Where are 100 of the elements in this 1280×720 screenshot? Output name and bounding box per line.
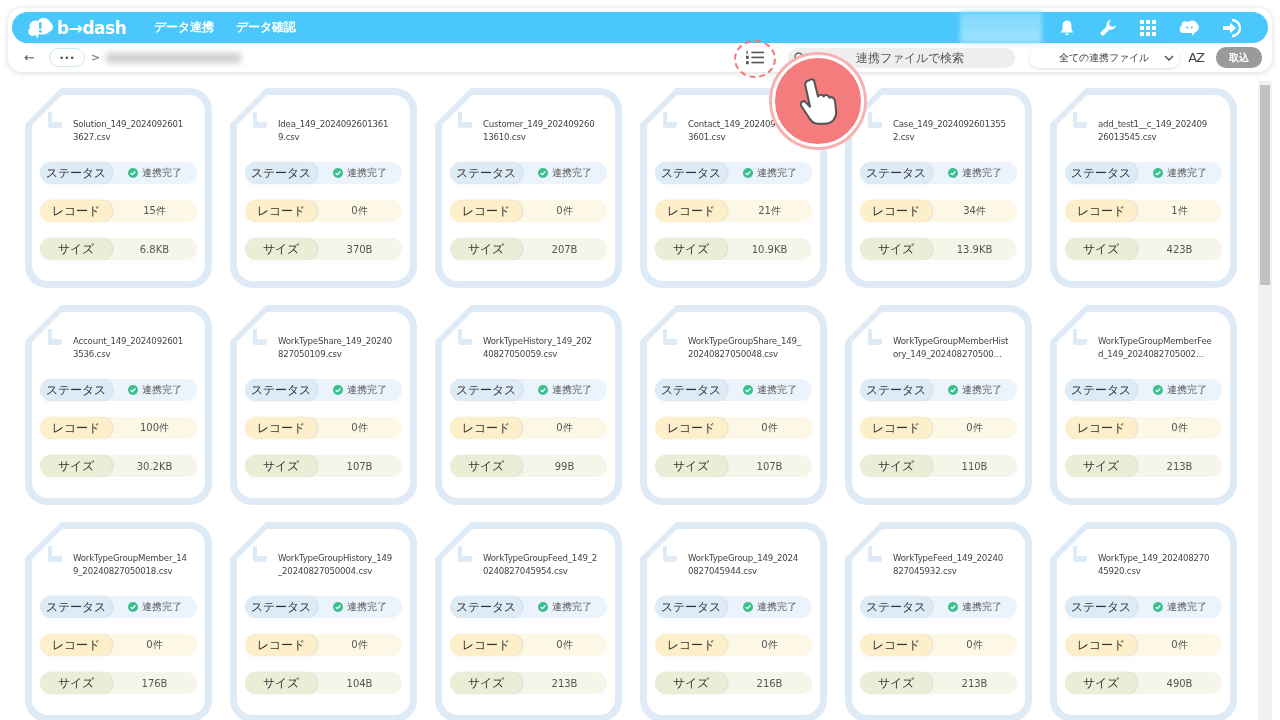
file-name: WorkTypeGroupMember_14 9_20240827050018.csv [73,552,188,578]
field-value: 連携完了 [141,166,182,180]
field-value: 連携完了 [756,383,797,397]
field-value: 10.9KB [751,243,788,255]
file-card[interactable]: WorkTypeGroupFeed_149_2 0240827045954.csv ステータス 連携完了 レコード 0件 サイズ 213B [435,522,622,720]
file-card[interactable]: WorkTypeGroup_149_2024 0827045944.csv ステータス 連携完了 レコード 0件 サイズ 216B [640,522,827,720]
file-card[interactable]: WorkTypeFeed_149_20240 827045932.csv ステータス 連携完了 レコード 0件 サイズ 213B [845,522,1032,720]
file-corner-icon [46,112,62,128]
back-button[interactable]: ← [24,50,35,65]
file-card[interactable]: Contact_149_202409 3601.csv ステータス 連携完了 レコード 21件 サイズ 10.9KB [640,88,827,288]
field-value: 連携完了 [551,383,592,397]
field-value: 0件 [146,638,163,652]
field-value: 0件 [351,638,368,652]
file-card[interactable]: Account_149_2024092601 3536.csv ステータス 連携完了 レコード 100件 サイズ 30.2KB [25,305,212,505]
field-value: 110B [961,460,988,472]
file-name: Customer_149_202409260 13610.csv [483,118,596,144]
field-label: レコード [450,200,522,222]
field-value: 連携完了 [961,383,1002,397]
file-name: WorkTypeShare_149_20240 827050109.csv [278,335,394,361]
file-name: Idea_149_2024092601361 9.csv [278,118,390,144]
field-value: 15件 [143,204,166,218]
field-label: レコード [245,417,317,439]
file-corner-icon [46,546,62,562]
field-value: 21件 [758,204,781,218]
chat-bubble-icon[interactable] [1178,18,1200,37]
file-card[interactable]: WorkTypeGroupMember_14 9_20240827050018.csv ステータス 連携完了 レコード 0件 サイズ 176B [25,522,212,720]
numbered-list-icon[interactable] [746,50,765,65]
field-label: サイズ [450,238,522,260]
field-label: レコード [450,417,522,439]
field-value: 連携完了 [141,383,182,397]
field-label: ステータス [40,162,112,184]
field-label: ステータス [1065,162,1137,184]
file-corner-icon [1071,112,1087,128]
file-card[interactable]: WorkTypeGroupShare_149_ 20240827050048.csv ステータス 連携完了 レコード 0件 サイズ 107B [640,305,827,505]
field-label: ステータス [40,596,112,618]
field-label: サイズ [860,455,932,477]
field-value: 99B [554,460,575,472]
field-label: ステータス [245,596,317,618]
file-card[interactable]: Case_149_2024092601355 2.csv ステータス 連携完了 レコード 34件 サイズ 13.9KB [845,88,1032,288]
breadcrumb-more-button[interactable]: ••• [48,48,85,67]
file-corner-icon [251,112,267,128]
field-label: レコード [40,200,112,222]
file-name: WorkTypeGroupShare_149_ 20240827050048.csv [688,335,802,361]
field-label: レコード [245,200,317,222]
field-label: サイズ [1065,672,1137,694]
field-value: 107B [756,460,783,472]
field-label: ステータス [40,379,112,401]
field-value: 104B [346,677,373,689]
file-card[interactable]: WorkTypeGroupMemberFee d_149_2024082705002… ステータス 連携完了 レコード 0件 サイズ 213B [1050,305,1237,505]
file-card[interactable]: add_test1__c_149_202409 26013545.csv ステータス 連携完了 レコード 1件 サイズ 423B [1050,88,1237,288]
field-value: 1件 [1171,204,1188,218]
field-value: 207B [551,243,578,255]
field-value: 連携完了 [961,166,1002,180]
field-label: サイズ [245,238,317,260]
file-card[interactable]: WorkTypeGroupHistory_149 _20240827050004.csv ステータス 連携完了 レコード 0件 サイズ 104B [230,522,417,720]
file-card[interactable]: WorkType_149_202408270 45920.csv ステータス 連携完了 レコード 0件 サイズ 490B [1050,522,1237,720]
field-label: レコード [1065,417,1137,439]
field-label: ステータス [450,596,522,618]
field-label: サイズ [860,672,932,694]
bell-icon[interactable] [1058,18,1076,37]
field-value: 0件 [351,204,368,218]
field-value: 連携完了 [756,166,797,180]
field-label: レコード [860,634,932,656]
field-value: 176B [141,677,168,689]
file-card[interactable]: WorkTypeGroupMemberHist ory_149_202408270500… ステータス 連携完了 レコード 0件 サイズ 110B [845,305,1032,505]
file-name: WorkTypeHistory_149_202 40827050059.csv [483,335,593,361]
field-label: ステータス [450,162,522,184]
file-corner-icon [456,546,472,562]
field-value: 連携完了 [551,166,592,180]
logo-cloud-icon [26,15,54,40]
field-label: ステータス [655,379,727,401]
field-label: レコード [655,417,727,439]
field-label: ステータス [860,162,932,184]
sort-button[interactable]: AZ [1188,50,1204,65]
field-value: 216B [756,677,783,689]
file-name: WorkTypeGroupFeed_149_2 0240827045954.csv [483,552,599,578]
field-value: 100件 [139,421,170,435]
file-corner-icon [251,546,267,562]
field-label: ステータス [655,596,727,618]
field-label: レコード [450,634,522,656]
file-card[interactable]: Solution_149_2024092601 3627.csv ステータス 連携完了 レコード 15件 サイズ 6.8KB [25,88,212,288]
file-card[interactable]: WorkTypeShare_149_20240 827050109.csv ステータス 連携完了 レコード 0件 サイズ 107B [230,305,417,505]
chevron-down-icon [1164,54,1175,61]
apps-grid-icon[interactable] [1140,19,1156,36]
wrench-icon[interactable] [1098,17,1118,38]
file-filter-dropdown[interactable]: 全ての連携ファイル [1029,47,1181,68]
file-corner-icon [456,112,472,128]
file-card[interactable]: Idea_149_2024092601361 9.csv ステータス 連携完了 レコード 0件 サイズ 370B [230,88,417,288]
field-value: 連携完了 [346,166,387,180]
scrollbar[interactable] [1258,81,1272,720]
file-card[interactable]: WorkTypeHistory_149_202 40827050059.csv ステータス 連携完了 レコード 0件 サイズ 99B [435,305,622,505]
file-name: Account_149_2024092601 3536.csv [73,335,184,361]
file-corner-icon [866,112,882,128]
file-card[interactable]: Customer_149_202409260 13610.csv ステータス 連携完了 レコード 0件 サイズ 207B [435,88,622,288]
file-corner-icon [456,329,472,345]
file-name: WorkTypeGroupMemberHist ory_149_202408270500… [893,335,1010,361]
file-corner-icon [866,546,882,562]
field-value: 0件 [556,638,573,652]
file-name: add_test1__c_149_202409 26013545.csv [1098,118,1208,144]
logout-icon[interactable] [1222,17,1244,38]
